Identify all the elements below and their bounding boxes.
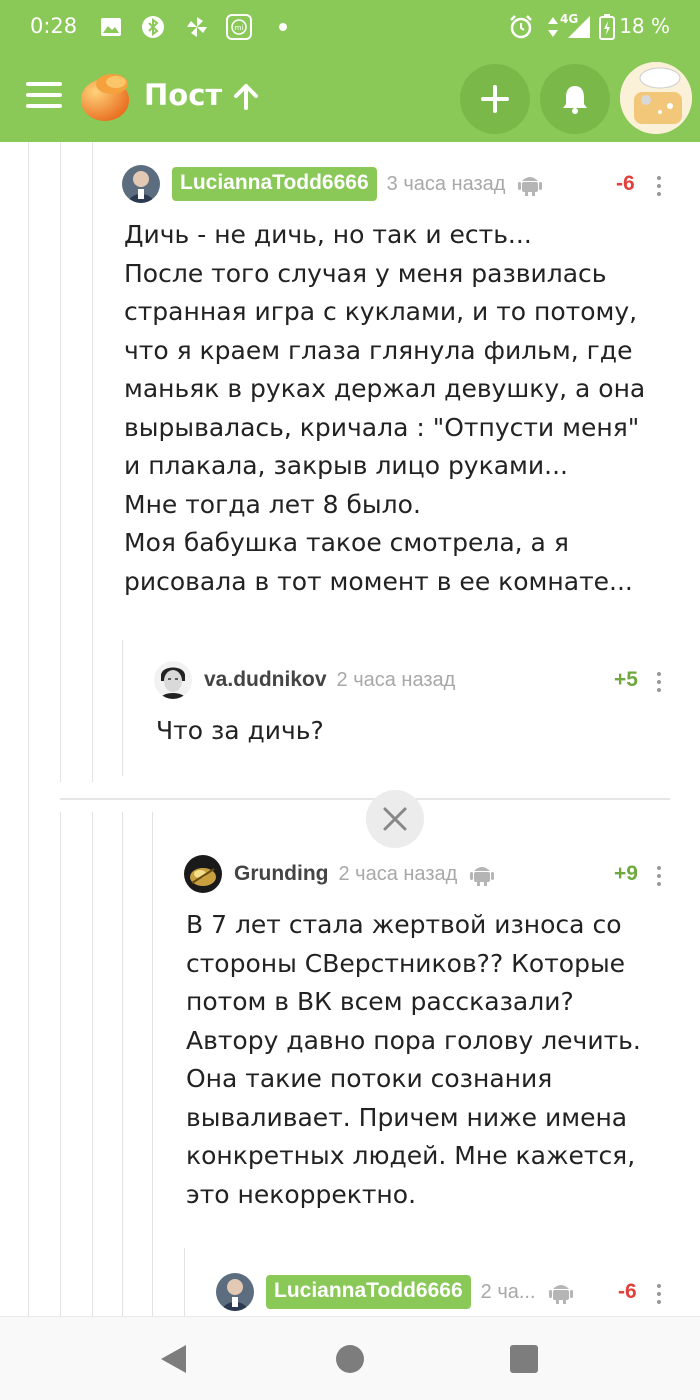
add-post-button[interactable] — [460, 64, 530, 134]
mi-icon: mi — [226, 14, 252, 40]
comment-rating: -6 — [616, 172, 635, 195]
android-icon — [548, 1285, 573, 1304]
comment-header: LuciannaTodd6666 3 часа назад — [122, 162, 543, 206]
pinwheel-icon — [184, 14, 210, 40]
android-icon — [470, 867, 495, 886]
notifications-button[interactable] — [540, 64, 610, 134]
arrow-up-icon[interactable] — [232, 82, 260, 112]
dot-icon — [270, 14, 296, 40]
comment-author[interactable]: LuciannaTodd6666 — [172, 167, 377, 201]
comment-author[interactable]: LuciannaTodd6666 — [266, 1275, 471, 1309]
comment-author[interactable]: Grunding — [234, 862, 328, 886]
collapse-thread-button[interactable] — [366, 790, 424, 848]
comment-author[interactable]: va.dudnikov — [204, 668, 327, 692]
more-options-icon[interactable] — [656, 866, 662, 888]
bell-icon — [563, 86, 587, 114]
comment-text: В 7 лет стала жертвой износа со стороны … — [186, 910, 641, 1209]
more-options-icon[interactable] — [656, 1284, 662, 1306]
comment-text: Дичь - не дичь, но так и есть... После т… — [124, 220, 646, 596]
more-options-icon[interactable] — [656, 672, 662, 694]
comment-time: 2 часа назад — [336, 668, 456, 691]
comment-rating: -6 — [618, 1280, 637, 1303]
comment-header: LuciannaTodd6666 2 ча... — [216, 1270, 574, 1314]
gallery-icon — [98, 14, 124, 40]
menu-icon[interactable] — [26, 82, 62, 112]
comment-rating: +5 — [614, 668, 638, 691]
comment-header: Grunding 2 часа назад — [184, 852, 495, 896]
user-avatar[interactable] — [620, 62, 692, 134]
comment-header: va.dudnikov 2 часа назад — [154, 658, 455, 702]
page-title: Пост — [144, 78, 223, 112]
status-time: 0:28 — [30, 14, 78, 38]
comment-time: 3 часа назад — [386, 172, 506, 195]
app-top-bar: 0:28 mi 4G 18 % Пост — [0, 0, 700, 142]
android-icon — [518, 177, 543, 196]
close-icon — [383, 807, 407, 831]
plus-icon — [481, 85, 509, 113]
comment-time: 2 ча... — [480, 1280, 536, 1303]
svg-text:mi: mi — [235, 24, 244, 32]
avatar[interactable] — [216, 1273, 254, 1311]
comment-text: Что за дичь? — [156, 716, 324, 745]
comment-time: 2 часа назад — [338, 862, 458, 885]
comment-rating: +9 — [614, 862, 638, 885]
more-options-icon[interactable] — [656, 176, 662, 198]
back-icon[interactable] — [158, 1343, 188, 1375]
avatar[interactable] — [184, 855, 222, 893]
recent-apps-icon[interactable] — [510, 1345, 538, 1373]
bluetooth-icon — [140, 14, 166, 40]
home-icon[interactable] — [336, 1345, 364, 1373]
signal-icon — [566, 14, 592, 40]
status-bar: 0:28 mi 4G 18 % — [0, 0, 700, 56]
avatar[interactable] — [154, 661, 192, 699]
thread-separator — [60, 798, 670, 800]
system-nav-bar — [0, 1316, 700, 1400]
battery-icon — [594, 14, 620, 40]
pikabu-logo[interactable] — [78, 70, 132, 122]
app-header: Пост — [0, 56, 700, 142]
avatar[interactable] — [122, 165, 160, 203]
alarm-icon — [508, 14, 534, 40]
battery-level: 18 % — [619, 14, 670, 38]
